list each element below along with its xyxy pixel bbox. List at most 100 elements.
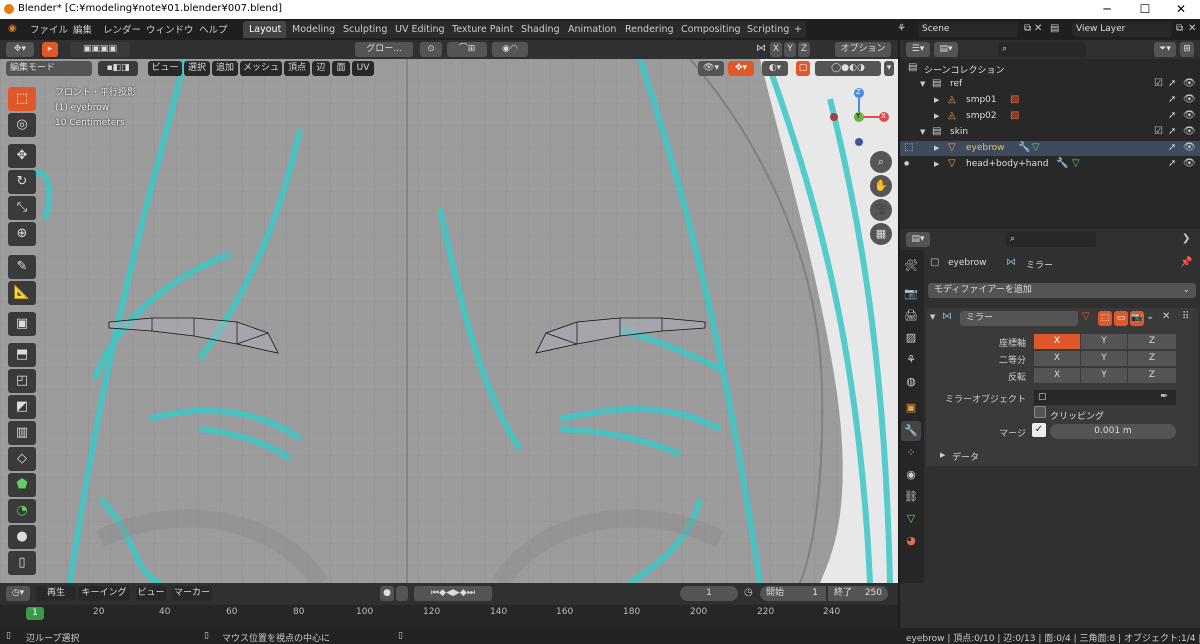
edge-slide-tool-icon[interactable]: ▯ [8, 551, 36, 575]
clipping-checkbox[interactable] [1034, 406, 1046, 418]
cursor-tool-icon[interactable]: ◎ [8, 113, 36, 137]
minimize-button[interactable]: ─ [1088, 0, 1126, 19]
modifier-name-field[interactable]: ミラー [960, 311, 1078, 326]
eye-icon[interactable]: 👁 [1183, 93, 1196, 107]
axis-z-toggle[interactable]: Z [1128, 334, 1176, 349]
chevron-right-icon[interactable]: ▶ [934, 109, 939, 123]
ortho-grid-icon[interactable]: ▦ [870, 223, 892, 245]
annotate-tool-icon[interactable]: ✎ [8, 255, 36, 279]
scene-collection-row[interactable]: ▤ シーンコレクション [900, 61, 1200, 76]
transform-orientation-dropdown[interactable]: グロー... [355, 42, 413, 57]
material-tab-icon[interactable]: ◕ [901, 531, 921, 551]
tab-shading[interactable]: Shading [515, 21, 566, 38]
tab-scripting[interactable]: Scripting [741, 21, 796, 38]
snap-icon[interactable]: ⌒⊞ [447, 42, 487, 57]
menu-uv[interactable]: UV [352, 61, 374, 76]
scene-icon[interactable]: ⚘ [897, 22, 906, 36]
tab-texture-paint[interactable]: Texture Paint [446, 21, 520, 38]
particles-tab-icon[interactable]: ⁘ [901, 443, 921, 463]
close-icon[interactable]: ✕ [1162, 310, 1170, 324]
options-dropdown[interactable]: オプション [835, 42, 891, 57]
transform-tool-icon[interactable]: ⊕ [8, 222, 36, 246]
add-workspace-button[interactable]: + [790, 21, 806, 38]
outliner-row-head-body-hand[interactable]: ● ▶ ▽ head+body+hand 🔧 ▽ ➚ 👁 [900, 157, 1200, 172]
select-mode-buttons[interactable]: ▪◧◨ [98, 61, 138, 76]
chevron-right-icon[interactable]: ▶ [934, 157, 939, 171]
editor-type-button[interactable]: ✥▾ [6, 42, 34, 57]
chevron-down-icon[interactable]: ⌄ [1146, 310, 1154, 324]
eye-icon[interactable]: 👁 [1183, 125, 1196, 139]
playback-controls-icons[interactable]: ⏮◆◀▶◆⏭ [414, 586, 492, 601]
menu-select[interactable]: 選択 [184, 61, 210, 76]
eye-icon[interactable]: 👁 [1183, 109, 1196, 123]
outliner-editor-type-icon[interactable]: ☰▾ [906, 42, 930, 57]
new-view-layer-icon[interactable]: ⧉ [1176, 22, 1183, 36]
timeline-view-menu[interactable]: ビュー [136, 586, 166, 601]
select-arrow-icon[interactable]: ➚ [1168, 77, 1176, 91]
xray-toggle-icon[interactable]: ▢ [796, 61, 810, 76]
select-tool-icon[interactable]: ▸ [42, 42, 58, 57]
world-tab-icon[interactable]: ◍ [901, 372, 921, 392]
edit-mode-toggle-icon[interactable]: ▽ [1082, 310, 1090, 324]
tab-animation[interactable]: Animation [562, 21, 623, 38]
menu-file[interactable]: ファイル [30, 22, 68, 36]
rotate-tool-icon[interactable]: ↻ [8, 170, 36, 194]
delete-view-layer-icon[interactable]: ✕ [1188, 22, 1196, 36]
zoom-icon[interactable]: ⌕ [870, 151, 892, 173]
select-arrow-icon[interactable]: ➚ [1168, 93, 1176, 107]
keying-menu[interactable]: キーイング [78, 586, 130, 601]
gizmo-toggle-icon[interactable]: ✥▾ [728, 61, 754, 76]
knife-tool-icon[interactable]: ◇ [8, 447, 36, 471]
frame-start-field[interactable]: 開始 1 [760, 586, 826, 601]
shading-mode-icons[interactable]: ◯●◐◑ [815, 61, 881, 76]
flip-y-toggle[interactable]: Y [1081, 368, 1127, 383]
keyframe-type-icon[interactable] [396, 586, 408, 601]
frame-end-field[interactable]: 終了 250 [828, 586, 888, 601]
shading-options-icon[interactable]: ▾ [884, 61, 894, 76]
blender-menu-icon[interactable]: ◉ [8, 22, 17, 36]
select-arrow-icon[interactable]: ➚ [1168, 141, 1176, 155]
add-cube-tool-icon[interactable]: ▣ [8, 312, 36, 336]
drag-handle-icon[interactable]: ⠿ [1182, 310, 1189, 324]
tab-layout[interactable]: Layout [243, 21, 288, 38]
move-tool-icon[interactable]: ✥ [8, 144, 36, 168]
menu-edit[interactable]: 編集 [73, 22, 92, 36]
select-arrow-icon[interactable]: ➚ [1168, 157, 1176, 171]
view-layer-field[interactable]: View Layer [1072, 22, 1172, 37]
axis-y-toggle[interactable]: Y [1081, 334, 1127, 349]
constraints-tab-icon[interactable]: ⛓ [901, 487, 921, 507]
poly-build-tool-icon[interactable]: ⬟ [8, 473, 36, 497]
outliner-search-icon[interactable]: ⌕ [998, 42, 1086, 57]
timeline-editor-type-icon[interactable]: ◷▾ [6, 586, 30, 601]
edit-mode-icon[interactable]: ⬚ [904, 141, 913, 155]
add-modifier-dropdown[interactable]: モディファイアーを追加 ⌄ [928, 283, 1196, 298]
menu-face[interactable]: 面 [332, 61, 350, 76]
modifier-tab-icon[interactable]: 🔧 [901, 421, 921, 441]
data-tab-icon[interactable]: ▽ [901, 509, 921, 529]
flip-z-toggle[interactable]: Z [1128, 368, 1176, 383]
eye-icon[interactable]: 👁 [1183, 77, 1196, 91]
select-arrow-icon[interactable]: ➚ [1168, 109, 1176, 123]
spin-tool-icon[interactable]: ◔ [8, 499, 36, 523]
menu-view[interactable]: ビュー [148, 61, 182, 76]
menu-vertex[interactable]: 頂点 [284, 61, 310, 76]
record-icon[interactable]: ● [380, 586, 394, 601]
outliner-row-ref[interactable]: ▼ ▤ ref ☑ ➚ 👁 [900, 77, 1200, 92]
menu-window[interactable]: ウィンドウ [146, 22, 194, 36]
pan-hand-icon[interactable]: ✋ [870, 175, 892, 197]
maximize-button[interactable]: ☐ [1126, 0, 1164, 19]
view-layer-tab-icon[interactable]: ▨ [901, 328, 921, 348]
3d-viewport[interactable]: 編集モード ▪◧◨ ビュー 選択 追加 メッシュ 頂点 辺 面 UV 👁▾ ✥▾… [0, 59, 898, 583]
clock-icon[interactable]: ◷ [744, 586, 753, 600]
smooth-tool-icon[interactable]: ● [8, 525, 36, 549]
select-box-tool-icon[interactable]: ⬚ [8, 87, 36, 111]
extrude-tool-icon[interactable]: ⬒ [8, 343, 36, 367]
filter-icon[interactable]: ⏷▾ [1154, 42, 1176, 57]
render-toggle-icon[interactable]: 📷 [1130, 311, 1144, 326]
bisect-z-toggle[interactable]: Z [1128, 351, 1176, 366]
bisect-x-toggle[interactable]: X [1034, 351, 1080, 366]
tab-compositing[interactable]: Compositing [675, 21, 747, 38]
view-layer-icon[interactable]: ▤ [1050, 22, 1059, 36]
scene-tab-icon[interactable]: ⚘ [901, 350, 921, 370]
chevron-down-icon[interactable]: ▼ [930, 310, 935, 324]
